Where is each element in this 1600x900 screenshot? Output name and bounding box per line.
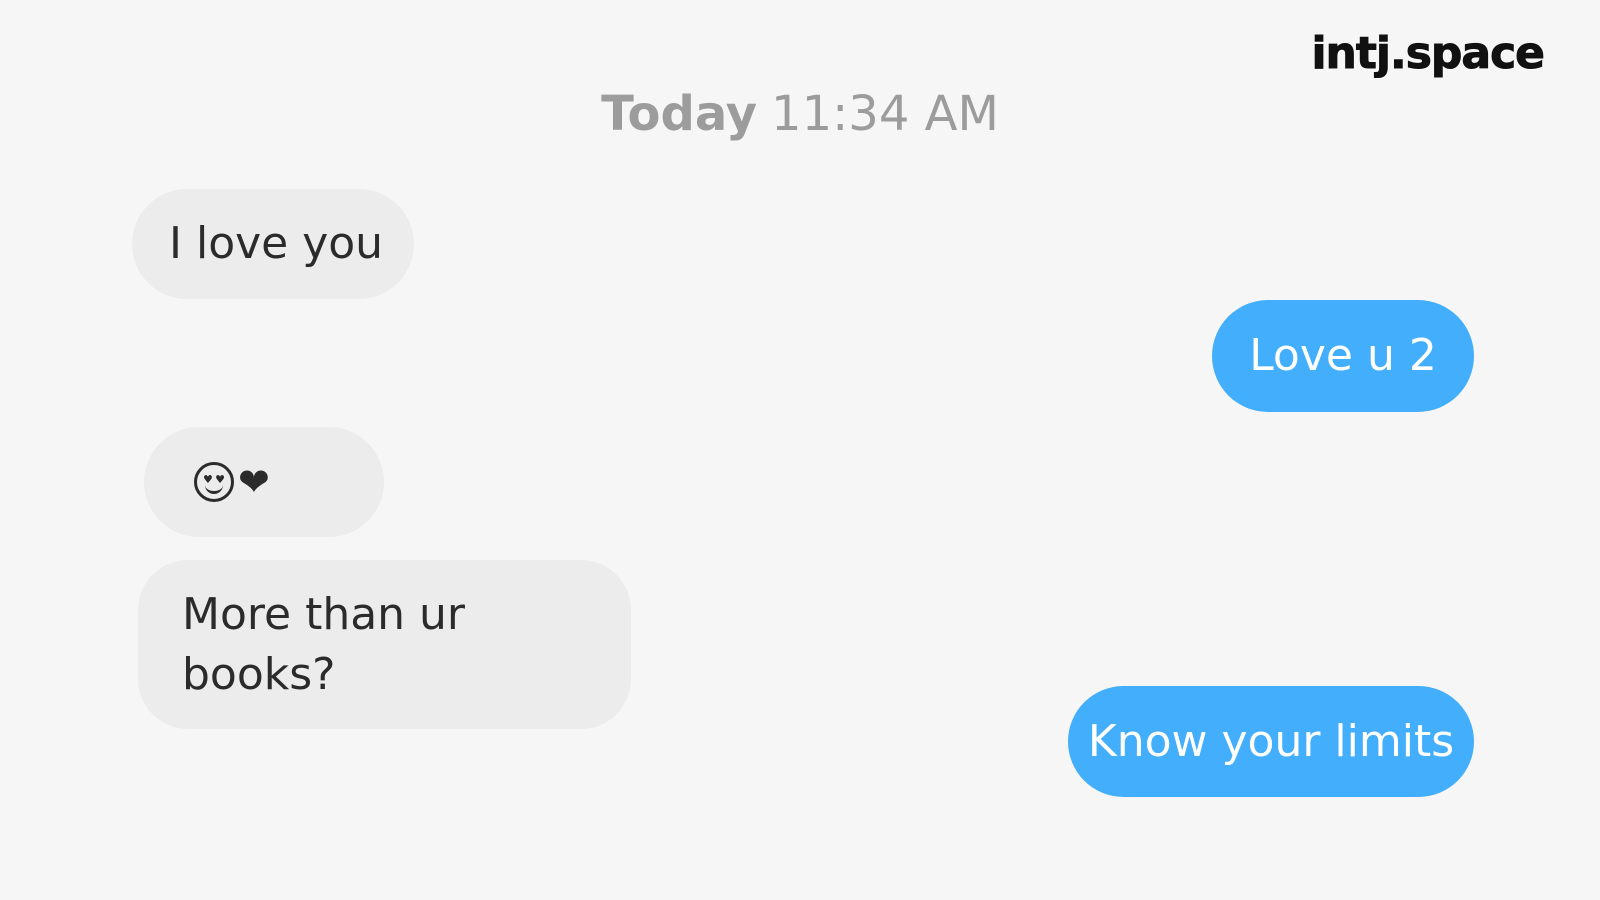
message-bubble-received[interactable]: ♥ ♥ ❤	[144, 427, 384, 537]
timestamp-time: 11:34 AM	[771, 86, 999, 142]
message-text: More than ur books?	[182, 588, 466, 700]
message-text: Know your limits	[1087, 715, 1455, 767]
heart-eyes-face-icon: ♥ ♥	[194, 462, 234, 502]
chat-screen: intj.space Today 11:34 AM I love you Love…	[0, 0, 1600, 900]
conversation-timestamp: Today 11:34 AM	[0, 86, 1600, 142]
message-bubble-received[interactable]: More than ur books?	[138, 560, 631, 729]
message-text: Love u 2	[1249, 330, 1437, 381]
message-text: I love you	[169, 218, 384, 269]
message-bubble-sent[interactable]: Know your limits	[1068, 686, 1474, 797]
watermark-logo: intj.space	[1311, 28, 1546, 80]
message-bubble-sent[interactable]: Love u 2	[1212, 300, 1474, 412]
timestamp-day: Today	[601, 86, 758, 142]
heart-icon: ❤	[238, 460, 270, 504]
message-bubble-received[interactable]: I love you	[132, 189, 414, 299]
